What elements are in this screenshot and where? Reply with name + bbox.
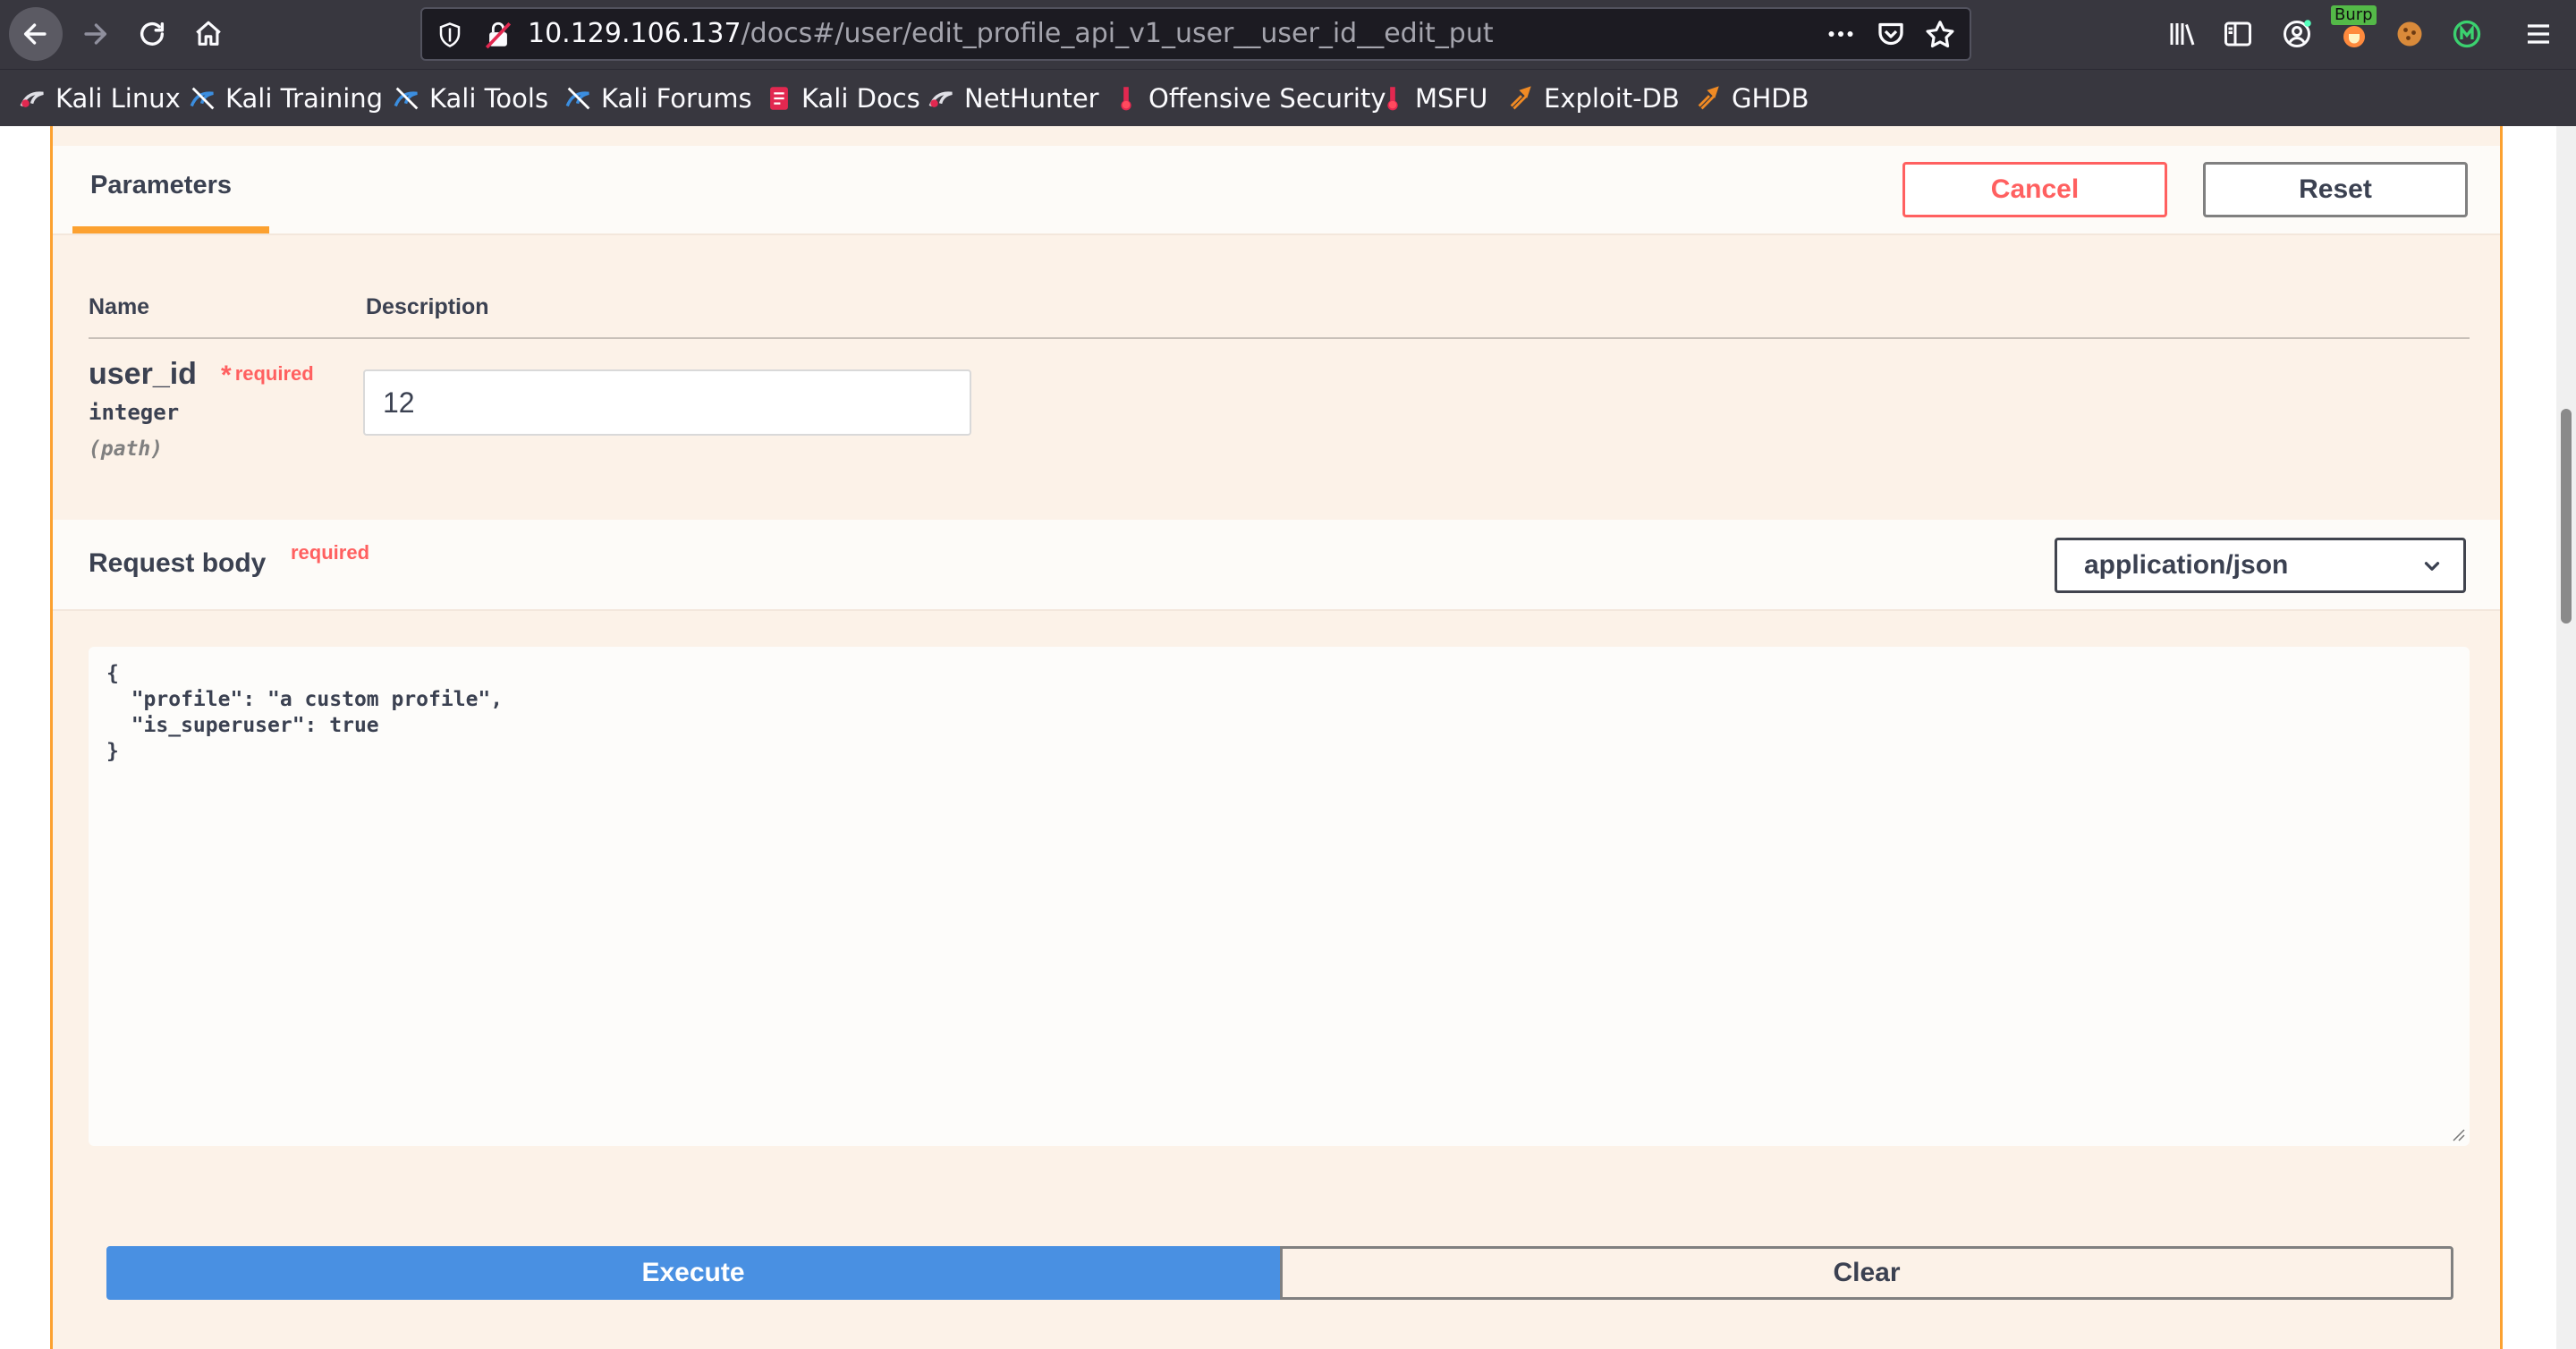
cookie-editor-icon[interactable] bbox=[2390, 14, 2429, 54]
bookmark-nethunter[interactable]: NetHunter bbox=[927, 79, 1099, 118]
kali-training-icon bbox=[190, 87, 215, 110]
bookmark-kali-docs[interactable]: Kali Docs bbox=[764, 79, 920, 118]
page-actions-icon[interactable] bbox=[1823, 18, 1859, 50]
bookmark-ghdb[interactable]: GHDB bbox=[1694, 79, 1809, 118]
page-content: Parameters Cancel Reset Name Description… bbox=[0, 126, 2576, 1349]
execute-button[interactable]: Execute bbox=[106, 1246, 1280, 1300]
param-location: (path) bbox=[89, 437, 164, 461]
msfu-icon bbox=[1387, 87, 1398, 111]
scrollbar-thumb[interactable] bbox=[2561, 409, 2572, 624]
bookmark-star-icon[interactable] bbox=[1923, 18, 1957, 52]
param-name: user_id bbox=[89, 357, 197, 391]
bookmarks-bar: Kali Linux Kali Training Kali Tools Kali… bbox=[0, 69, 2576, 126]
reset-button[interactable]: Reset bbox=[2203, 162, 2468, 217]
ghdb-icon bbox=[1698, 86, 1719, 110]
browser-toolbar: 10.129.106.137/docs#/user/edit_profile_a… bbox=[0, 0, 2576, 69]
arrow-right-icon bbox=[84, 23, 107, 45]
resize-grip-icon[interactable] bbox=[2448, 1124, 2466, 1142]
url-text[interactable]: 10.129.106.137/docs#/user/edit_profile_a… bbox=[528, 9, 1494, 59]
bookmark-kali-tools[interactable]: Kali Tools bbox=[392, 79, 548, 118]
url-path: /docs#/user/edit_profile_api_v1_user__us… bbox=[741, 18, 1494, 49]
kali-dragon-icon bbox=[20, 91, 44, 107]
user-id-input[interactable] bbox=[363, 369, 971, 436]
bookmark-offensive-security[interactable]: Offensive Security bbox=[1111, 79, 1386, 118]
bookmark-exploit-db[interactable]: Exploit-DB bbox=[1506, 79, 1680, 118]
request-body-editor[interactable]: { "profile": "a custom profile", "is_sup… bbox=[89, 647, 2470, 1146]
tab-parameters[interactable]: Parameters bbox=[72, 162, 269, 233]
request-body-title: Request body bbox=[89, 548, 267, 578]
page-scrollbar[interactable] bbox=[2556, 126, 2576, 1349]
tracking-shield-icon[interactable] bbox=[436, 21, 463, 48]
wappalyzer-icon[interactable] bbox=[2447, 14, 2487, 54]
content-type-select[interactable]: application/json bbox=[2055, 538, 2466, 593]
kali-docs-icon bbox=[770, 87, 788, 110]
column-header-description: Description bbox=[366, 294, 489, 319]
parameters-header: Parameters Cancel Reset bbox=[53, 146, 2500, 235]
column-header-name: Name bbox=[89, 294, 150, 319]
arrow-left-icon bbox=[23, 23, 47, 45]
library-icon[interactable] bbox=[2163, 14, 2202, 54]
bookmark-msfu[interactable]: MSFU bbox=[1377, 79, 1487, 118]
kali-tools-icon bbox=[394, 87, 419, 110]
nethunter-icon bbox=[928, 91, 953, 107]
home-button[interactable] bbox=[182, 7, 235, 61]
reload-button[interactable] bbox=[125, 7, 179, 61]
param-required-badge: * required bbox=[221, 361, 314, 390]
url-host: 10.129.106.137 bbox=[528, 18, 741, 49]
insecure-lock-icon[interactable] bbox=[483, 20, 513, 50]
clear-button[interactable]: Clear bbox=[1280, 1246, 2453, 1300]
request-body-json: { "profile": "a custom profile", "is_sup… bbox=[106, 662, 504, 763]
cancel-button[interactable]: Cancel bbox=[1902, 162, 2167, 217]
tab-parameters-label: Parameters bbox=[90, 171, 232, 199]
pocket-icon[interactable] bbox=[1875, 18, 1907, 50]
exploit-db-icon bbox=[1510, 86, 1531, 110]
request-body-header: Request body required application/json bbox=[53, 520, 2500, 611]
bookmark-kali-forums[interactable]: Kali Forums bbox=[564, 79, 752, 118]
content-type-value: application/json bbox=[2084, 550, 2289, 580]
kali-forums-icon bbox=[565, 87, 590, 110]
offsec-icon bbox=[1121, 87, 1131, 111]
sidebar-icon[interactable] bbox=[2218, 14, 2258, 54]
account-icon[interactable] bbox=[2277, 14, 2317, 54]
home-icon bbox=[196, 21, 221, 46]
menu-hamburger-icon[interactable] bbox=[2519, 14, 2558, 54]
burp-badge: Burp bbox=[2331, 5, 2377, 25]
forward-button[interactable] bbox=[68, 7, 122, 61]
address-bar[interactable]: 10.129.106.137/docs#/user/edit_profile_a… bbox=[420, 7, 1971, 61]
back-button[interactable] bbox=[9, 7, 63, 61]
table-divider bbox=[89, 337, 2470, 339]
reload-icon bbox=[140, 21, 165, 46]
operation-block-put: Parameters Cancel Reset Name Description… bbox=[50, 126, 2503, 1349]
param-type: integer bbox=[89, 400, 180, 425]
bookmark-kali-linux[interactable]: Kali Linux bbox=[18, 79, 181, 118]
chevron-down-icon bbox=[2424, 562, 2440, 571]
bookmark-kali-training[interactable]: Kali Training bbox=[188, 79, 383, 118]
request-body-required-badge: required bbox=[291, 541, 370, 564]
